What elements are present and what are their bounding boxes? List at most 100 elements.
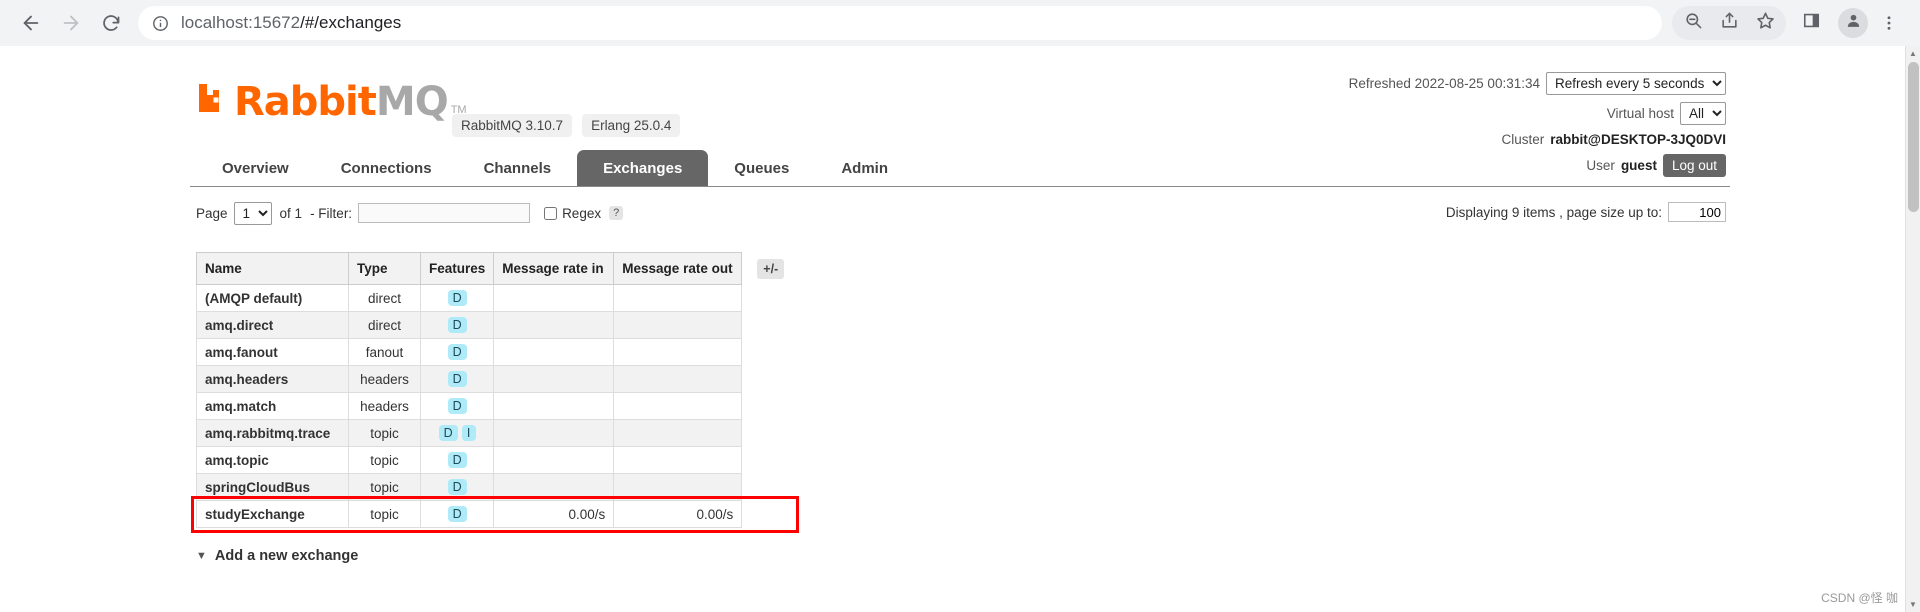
- address-bar[interactable]: localhost:15672/#/exchanges: [138, 6, 1662, 40]
- refresh-interval-select[interactable]: Refresh every 5 seconds: [1546, 72, 1726, 95]
- cell-exchange-features: D: [421, 501, 494, 528]
- tab-channels[interactable]: Channels: [458, 150, 578, 186]
- cell-exchange-name[interactable]: amq.fanout: [197, 339, 349, 366]
- app-header: RabbitMQ TM RabbitMQ 3.10.7 Erlang 25.0.…: [190, 68, 1730, 146]
- share-button[interactable]: [1712, 6, 1746, 40]
- regex-checkbox[interactable]: [544, 207, 557, 220]
- page-select[interactable]: 1: [234, 202, 272, 225]
- erlang-version-badge: Erlang 25.0.4: [582, 114, 680, 137]
- back-button[interactable]: [12, 4, 50, 42]
- tab-overview[interactable]: Overview: [196, 150, 315, 186]
- filter-label: - Filter:: [310, 206, 352, 221]
- column-header-features[interactable]: Features: [421, 253, 494, 285]
- cell-exchange-type: headers: [349, 393, 421, 420]
- table-row[interactable]: amq.directdirect D: [197, 312, 793, 339]
- feature-badge: I: [462, 425, 476, 441]
- tab-queues[interactable]: Queues: [708, 150, 815, 186]
- cell-message-rate-in: [494, 393, 614, 420]
- vhost-row: Virtual host All: [1349, 102, 1726, 125]
- tab-admin[interactable]: Admin: [815, 150, 914, 186]
- regex-label: Regex: [562, 206, 601, 221]
- vhost-select[interactable]: All: [1680, 102, 1726, 125]
- scrollbar-thumb[interactable]: [1908, 62, 1919, 212]
- feature-badge: D: [448, 317, 467, 333]
- page-size-input[interactable]: [1668, 202, 1726, 222]
- zoom-out-button[interactable]: [1676, 6, 1710, 40]
- rabbitmq-logo[interactable]: RabbitMQ TM: [197, 78, 467, 122]
- cell-message-rate-out: [614, 447, 742, 474]
- reload-button[interactable]: [92, 4, 130, 42]
- cluster-value: rabbit@DESKTOP-3JQ0DVI: [1550, 132, 1726, 147]
- cell-message-rate-out: [614, 474, 742, 501]
- column-header-type[interactable]: Type: [349, 253, 421, 285]
- cell-message-rate-out: [614, 420, 742, 447]
- browser-action-group: [1672, 6, 1786, 40]
- cell-exchange-name[interactable]: (AMQP default): [197, 285, 349, 312]
- cell-exchange-name[interactable]: amq.direct: [197, 312, 349, 339]
- cell-exchange-name[interactable]: amq.match: [197, 393, 349, 420]
- feature-badge: D: [448, 371, 467, 387]
- cell-exchange-name[interactable]: springCloudBus: [197, 474, 349, 501]
- cell-exchange-type: topic: [349, 420, 421, 447]
- logout-button[interactable]: Log out: [1663, 154, 1726, 177]
- table-row[interactable]: springCloudBustopicD: [197, 474, 793, 501]
- feature-badge: D: [448, 452, 467, 468]
- regex-help-icon[interactable]: ?: [609, 206, 623, 220]
- cell-exchange-type: direct: [349, 312, 421, 339]
- table-header-row: Name Type Features Message rate in Messa…: [197, 253, 793, 285]
- add-exchange-label: Add a new exchange: [215, 548, 358, 564]
- user-value: guest: [1621, 158, 1657, 173]
- cell-message-rate-out: 0.00/s: [614, 501, 742, 528]
- column-header-message-rate-out[interactable]: Message rate out: [614, 253, 742, 285]
- cell-exchange-name[interactable]: amq.headers: [197, 366, 349, 393]
- filter-input[interactable]: [358, 203, 530, 223]
- column-header-name[interactable]: Name: [197, 253, 349, 285]
- rabbitmq-management-page: RabbitMQ TM RabbitMQ 3.10.7 Erlang 25.0.…: [0, 46, 1920, 612]
- site-info-icon[interactable]: [152, 15, 169, 32]
- cell-exchange-features: D: [421, 366, 494, 393]
- column-toggle-button[interactable]: +/-: [757, 259, 784, 279]
- table-row[interactable]: amq.headersheaders D: [197, 366, 793, 393]
- scroll-down-arrow-icon[interactable]: ▼: [1906, 597, 1920, 612]
- cell-exchange-name[interactable]: amq.rabbitmq.trace: [197, 420, 349, 447]
- forward-arrow-icon: [60, 12, 82, 34]
- browser-menu-button[interactable]: [1870, 4, 1908, 42]
- column-header-message-rate-in[interactable]: Message rate in: [494, 253, 614, 285]
- displaying-text: Displaying 9 items , page size up to:: [1446, 205, 1662, 220]
- bookmark-button[interactable]: [1748, 6, 1782, 40]
- cell-exchange-name[interactable]: amq.topic: [197, 447, 349, 474]
- table-row[interactable]: amq.topictopicD: [197, 447, 793, 474]
- scroll-up-arrow-icon[interactable]: ▲: [1906, 46, 1920, 61]
- feature-badge: D: [439, 425, 458, 441]
- tab-exchanges[interactable]: Exchanges: [577, 150, 708, 186]
- table-row[interactable]: studyExchangetopicD0.00/s0.00/s: [197, 501, 793, 528]
- add-exchange-section[interactable]: ▼ Add a new exchange: [190, 548, 1730, 564]
- user-row: User guest Log out: [1349, 154, 1726, 177]
- cell-exchange-type: headers: [349, 366, 421, 393]
- tab-connections[interactable]: Connections: [315, 150, 458, 186]
- cell-exchange-type: direct: [349, 285, 421, 312]
- profile-button[interactable]: [1838, 8, 1868, 38]
- pagination-summary: Displaying 9 items , page size up to:: [1446, 202, 1726, 222]
- page-scrollbar[interactable]: ▲ ▼: [1905, 46, 1920, 612]
- table-row[interactable]: amq.matchheadersD: [197, 393, 793, 420]
- zoom-out-icon: [1684, 11, 1703, 35]
- exchanges-table-container: Name Type Features Message rate in Messa…: [190, 252, 1730, 528]
- bookmark-star-icon: [1756, 11, 1775, 35]
- cell-message-rate-in: [494, 339, 614, 366]
- browser-toolbar: localhost:15672/#/exchanges: [0, 0, 1920, 46]
- back-arrow-icon: [20, 12, 42, 34]
- cell-message-rate-out: [614, 285, 742, 312]
- cell-exchange-name[interactable]: studyExchange: [197, 501, 349, 528]
- table-row[interactable]: amq.rabbitmq.tracetopic DI: [197, 420, 793, 447]
- url-text: localhost:15672/#/exchanges: [181, 13, 401, 33]
- refreshed-timestamp: Refreshed 2022-08-25 00:31:34: [1349, 76, 1540, 91]
- logo-rabbit-text: Rabbit: [234, 79, 376, 125]
- forward-button[interactable]: [52, 4, 90, 42]
- table-row[interactable]: (AMQP default)directD: [197, 285, 793, 312]
- share-icon: [1720, 11, 1739, 35]
- chevron-down-icon: ▼: [196, 550, 207, 562]
- side-panel-button[interactable]: [1794, 6, 1828, 40]
- table-row[interactable]: amq.fanoutfanoutD: [197, 339, 793, 366]
- feature-badge: D: [448, 344, 467, 360]
